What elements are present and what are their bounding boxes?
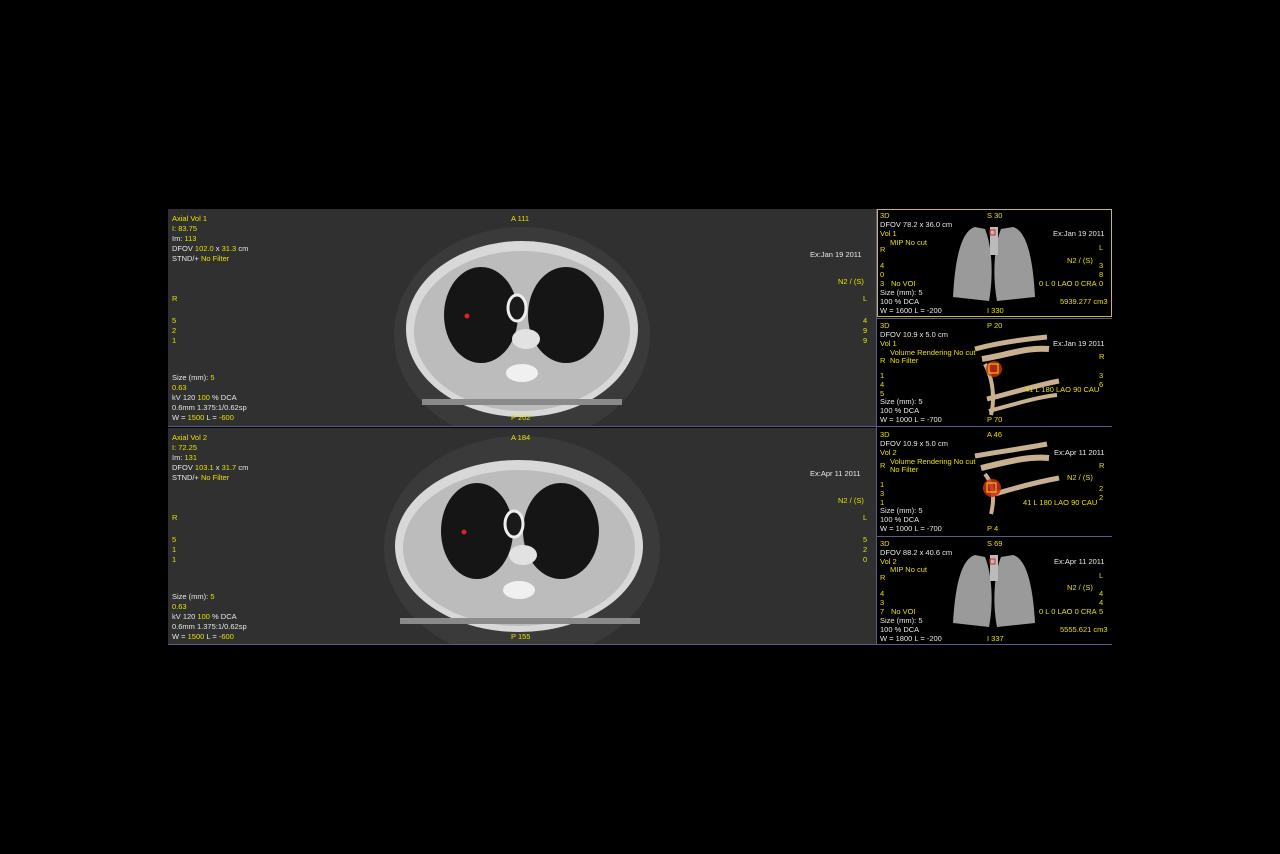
window-level: W = 1500 L = -600 <box>172 413 234 422</box>
size-info: Size (mm): 5 <box>172 592 215 601</box>
window-level: W = 1600 L = -200 <box>880 306 942 315</box>
n2-label: N2 / (S) <box>1067 256 1093 265</box>
left-number-list: 403 <box>880 261 885 288</box>
left-orientation-marker: L <box>863 294 868 303</box>
orientation-angles: 41 L 180 LAO 90 CAU <box>1023 498 1098 507</box>
top-orientation-marker: S 30 <box>987 211 1003 220</box>
orientation-angles: 41 L 180 LAO 90 CAU <box>1025 385 1100 394</box>
right-number-list: 22 <box>1099 484 1104 502</box>
series-title: Axial Vol 2 <box>172 433 208 442</box>
filter-info: STND/+ No Filter <box>172 473 230 482</box>
orientation-angles: 0 L 0 LAO 0 CRA <box>1039 279 1097 288</box>
window-level: W = 1800 L = -200 <box>880 634 942 643</box>
slice-info: 0.6mm 1.375:1/0.62sp <box>172 403 247 412</box>
dfov: DFOV 103.1 x 31.7 cm <box>172 463 249 472</box>
right-orientation-marker: R <box>880 356 886 365</box>
nodule-marker <box>464 313 470 319</box>
exam-date: Ex:Apr 11 2011 <box>810 469 861 478</box>
volume-render-viewport-1[interactable]: 3D DFOV 10.9 x 5.0 cm Vol 1 Volume Rende… <box>877 319 1112 426</box>
bottom-orientation-marker: P 4 <box>987 524 999 533</box>
left-number-list: 511 <box>172 535 177 564</box>
left-orientation-marker: L <box>863 513 868 522</box>
far-orientation-marker: R <box>1099 352 1105 361</box>
axial-ct-image-2 <box>384 436 660 645</box>
bottom-orientation-marker: I 330 <box>987 306 1004 315</box>
kv-info: kV 120 100 % DCA <box>172 393 237 402</box>
render-mode: MIP No cut <box>890 565 927 574</box>
right-number-list: 445 <box>1099 589 1104 616</box>
horizontal-divider <box>168 426 1112 427</box>
axial-ct-image-1 <box>394 227 650 426</box>
series-title: Axial Vol 1 <box>172 214 208 223</box>
exam-date: Ex:Jan 19 2011 <box>1053 229 1105 238</box>
left-number-list: 131 <box>880 480 885 507</box>
far-orientation-marker: R <box>1099 461 1105 470</box>
viewer-bottom-border <box>168 644 1112 645</box>
right-orientation-marker: R <box>880 461 886 470</box>
volume-render-viewport-2[interactable]: 3D DFOV 10.9 x 5.0 cm Vol 2 Volume Rende… <box>877 428 1112 535</box>
n2-label: N2 / (S) <box>838 496 864 505</box>
nodule-marker <box>461 529 467 535</box>
left-number-list: 145 <box>880 371 885 398</box>
kv-info: kV 120 100 % DCA <box>172 612 237 621</box>
top-orientation-marker: A 184 <box>511 433 531 442</box>
right-orientation-marker: R <box>880 245 886 254</box>
dfov: DFOV 102.0 x 31.3 cm <box>172 244 249 253</box>
size-info: Size (mm): 5 <box>172 373 215 382</box>
slice-info: 0.6mm 1.375:1/0.62sp <box>172 622 247 631</box>
size-sub: 0.63 <box>172 602 187 611</box>
top-orientation-marker: A 46 <box>987 430 1003 439</box>
pane-divider <box>877 536 1112 537</box>
right-number-list: 520 <box>863 535 868 564</box>
image-location: I: 83.75 <box>172 224 198 233</box>
n2-label: N2 / (S) <box>1067 583 1093 592</box>
pane-divider <box>877 318 1112 319</box>
vertical-divider <box>876 209 877 645</box>
bottom-orientation-marker: P 155 <box>511 632 531 641</box>
n2-label: N2 / (S) <box>838 277 864 286</box>
top-orientation-marker: S 69 <box>987 539 1003 548</box>
size-sub: 0.63 <box>172 383 187 392</box>
right-orientation-marker: R <box>880 573 886 582</box>
top-orientation-marker: P 20 <box>987 321 1003 330</box>
exam-date: Ex:Apr 11 2011 <box>1054 557 1105 566</box>
window-level: W = 1000 L = -700 <box>880 524 942 533</box>
pacs-viewer: Axial Vol 1 I: 83.75 Im: 113 DFOV 102.0 … <box>168 209 1112 645</box>
right-orientation-marker: R <box>172 294 178 303</box>
exam-date: Ex:Jan 19 2011 <box>810 250 862 259</box>
bottom-orientation-marker: P 202 <box>511 413 531 422</box>
left-number-list: 437 <box>880 589 885 616</box>
filter-info: No Filter <box>890 465 919 474</box>
right-orientation-marker: R <box>172 513 178 522</box>
axial-viewport-1[interactable]: Axial Vol 1 I: 83.75 Im: 113 DFOV 102.0 … <box>168 209 876 426</box>
bottom-orientation-marker: I 337 <box>987 634 1004 643</box>
right-number-list: 36 <box>1099 371 1104 389</box>
exam-date: Ex:Jan 19 2011 <box>1053 339 1105 348</box>
right-number-list: 380 <box>1099 261 1104 288</box>
left-orientation-marker: L <box>1099 243 1104 252</box>
filter-info: No Filter <box>890 356 919 365</box>
left-number-list: 521 <box>172 316 177 345</box>
image-location: I: 72.25 <box>172 443 198 452</box>
mip-viewport-1[interactable]: 3D DFOV 78.2 x 36.0 cm Vol 1 MIP No cut … <box>877 209 1112 317</box>
exam-date: Ex:Apr 11 2011 <box>1054 448 1105 457</box>
axial-viewport-2[interactable]: Axial Vol 2 I: 72.25 Im: 131 DFOV 103.1 … <box>168 428 876 645</box>
window-level: W = 1500 L = -600 <box>172 632 234 641</box>
render-mode: MIP No cut <box>890 238 927 247</box>
image-number: Im: 131 <box>172 453 198 462</box>
orientation-angles: 0 L 0 LAO 0 CRA <box>1039 607 1097 616</box>
image-number: Im: 113 <box>172 234 197 243</box>
right-number-list: 499 <box>863 316 868 345</box>
volume-measurement: 5555.621 cm3 <box>1060 625 1108 634</box>
mip-viewport-2[interactable]: 3D DFOV 88.2 x 40.6 cm Vol 2 MIP No cut … <box>877 537 1112 645</box>
left-orientation-marker: L <box>1099 571 1104 580</box>
top-orientation-marker: A 111 <box>511 214 530 223</box>
volume-measurement: 5939.277 cm3 <box>1060 297 1108 306</box>
bottom-orientation-marker: P 70 <box>987 415 1003 424</box>
n2-label: N2 / (S) <box>1067 473 1093 482</box>
window-level: W = 1000 L = -700 <box>880 415 942 424</box>
filter-info: STND/+ No Filter <box>172 254 230 263</box>
